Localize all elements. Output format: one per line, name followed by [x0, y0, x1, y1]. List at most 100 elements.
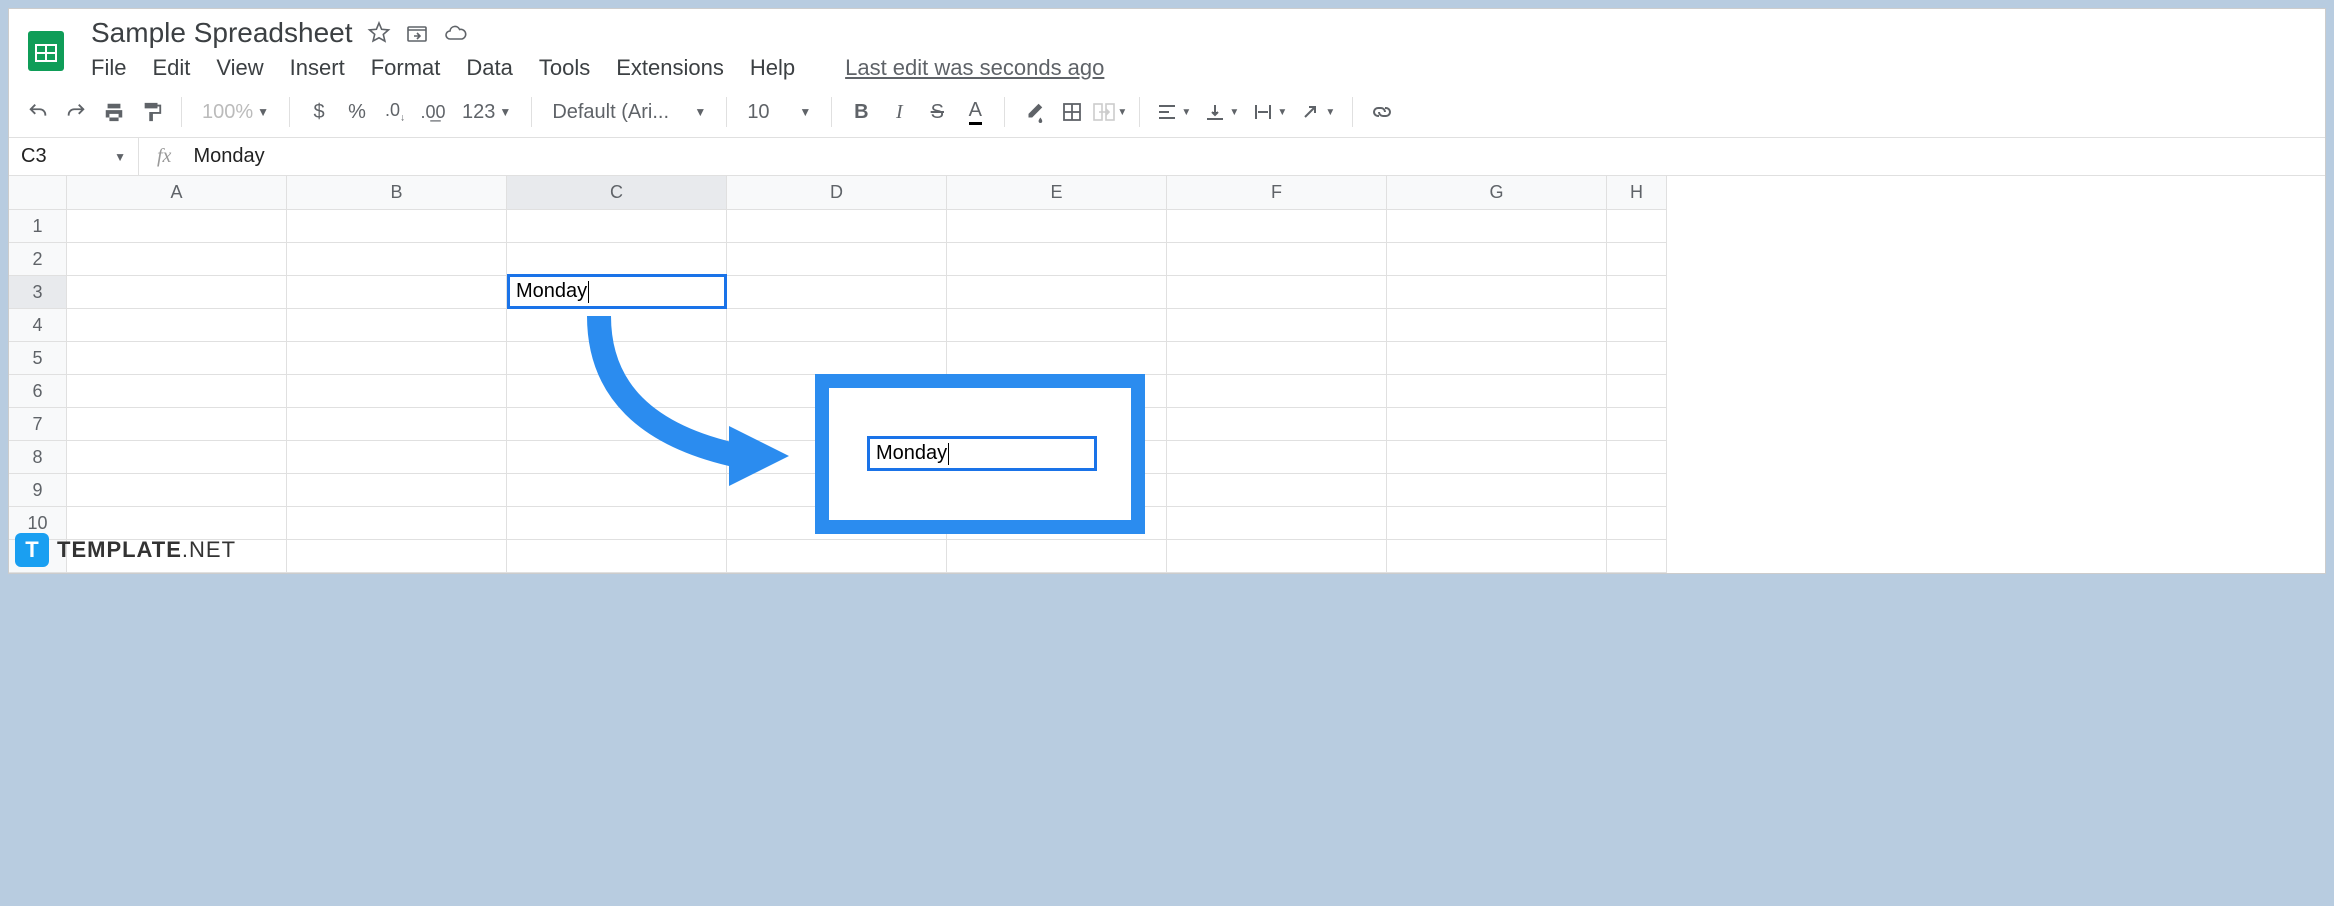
cell-b11[interactable] — [287, 540, 507, 573]
name-box[interactable]: C3▼ — [9, 138, 139, 175]
more-formats-dropdown[interactable]: 123▼ — [454, 101, 519, 124]
cell-a5[interactable] — [67, 342, 287, 375]
cell-d11[interactable] — [727, 540, 947, 573]
menu-help[interactable]: Help — [750, 55, 795, 81]
col-header-d[interactable]: D — [727, 176, 947, 210]
cell-g4[interactable] — [1387, 309, 1607, 342]
cell-b8[interactable] — [287, 441, 507, 474]
row-header-1[interactable]: 1 — [9, 210, 67, 243]
cell-g9[interactable] — [1387, 474, 1607, 507]
currency-button[interactable]: $ — [302, 95, 336, 129]
active-cell-c3[interactable]: Monday — [507, 274, 727, 309]
cell-b3[interactable] — [287, 276, 507, 309]
cell-c10[interactable] — [507, 507, 727, 540]
cell-h4[interactable] — [1607, 309, 1667, 342]
cell-h9[interactable] — [1607, 474, 1667, 507]
move-icon[interactable] — [405, 21, 429, 45]
row-header-4[interactable]: 4 — [9, 309, 67, 342]
row-header-7[interactable]: 7 — [9, 408, 67, 441]
paint-format-button[interactable] — [135, 95, 169, 129]
font-family-dropdown[interactable]: Default (Ari...▼ — [544, 101, 714, 124]
cell-h1[interactable] — [1607, 210, 1667, 243]
cell-h5[interactable] — [1607, 342, 1667, 375]
zoom-dropdown[interactable]: 100%▼ — [194, 101, 277, 124]
cell-g6[interactable] — [1387, 375, 1607, 408]
cell-g1[interactable] — [1387, 210, 1607, 243]
cell-a3[interactable] — [67, 276, 287, 309]
undo-button[interactable] — [21, 95, 55, 129]
horizontal-align-button[interactable]: ▼ — [1152, 95, 1196, 129]
menu-view[interactable]: View — [216, 55, 263, 81]
edit-status[interactable]: Last edit was seconds ago — [845, 55, 1104, 81]
select-all-corner[interactable] — [9, 176, 67, 210]
col-header-c[interactable]: C — [507, 176, 727, 210]
row-header-3[interactable]: 3 — [9, 276, 67, 309]
borders-button[interactable] — [1055, 95, 1089, 129]
cell-f10[interactable] — [1167, 507, 1387, 540]
cell-d5[interactable] — [727, 342, 947, 375]
cell-a6[interactable] — [67, 375, 287, 408]
decrease-decimal-button[interactable]: .0↓ — [378, 95, 412, 129]
strikethrough-button[interactable]: S — [920, 95, 954, 129]
cell-f11[interactable] — [1167, 540, 1387, 573]
vertical-align-button[interactable]: ▼ — [1200, 95, 1244, 129]
cell-e11[interactable] — [947, 540, 1167, 573]
italic-button[interactable]: I — [882, 95, 916, 129]
cell-f3[interactable] — [1167, 276, 1387, 309]
cell-h2[interactable] — [1607, 243, 1667, 276]
row-header-2[interactable]: 2 — [9, 243, 67, 276]
cell-b5[interactable] — [287, 342, 507, 375]
cell-e1[interactable] — [947, 210, 1167, 243]
cell-g2[interactable] — [1387, 243, 1607, 276]
text-rotation-button[interactable]: ▼ — [1296, 95, 1340, 129]
cell-a8[interactable] — [67, 441, 287, 474]
col-header-b[interactable]: B — [287, 176, 507, 210]
cell-b2[interactable] — [287, 243, 507, 276]
menu-edit[interactable]: Edit — [152, 55, 190, 81]
cell-b6[interactable] — [287, 375, 507, 408]
row-header-6[interactable]: 6 — [9, 375, 67, 408]
cell-c7[interactable] — [507, 408, 727, 441]
menu-tools[interactable]: Tools — [539, 55, 590, 81]
print-button[interactable] — [97, 95, 131, 129]
cell-c2[interactable] — [507, 243, 727, 276]
cell-e2[interactable] — [947, 243, 1167, 276]
menu-file[interactable]: File — [91, 55, 126, 81]
cell-h8[interactable] — [1607, 441, 1667, 474]
col-header-f[interactable]: F — [1167, 176, 1387, 210]
font-size-dropdown[interactable]: 10▼ — [739, 101, 819, 124]
menu-format[interactable]: Format — [371, 55, 441, 81]
cell-a9[interactable] — [67, 474, 287, 507]
cell-f9[interactable] — [1167, 474, 1387, 507]
cell-h10[interactable] — [1607, 507, 1667, 540]
row-header-5[interactable]: 5 — [9, 342, 67, 375]
cell-b1[interactable] — [287, 210, 507, 243]
star-icon[interactable] — [367, 21, 391, 45]
insert-link-button[interactable] — [1365, 95, 1399, 129]
col-header-e[interactable]: E — [947, 176, 1167, 210]
cell-f2[interactable] — [1167, 243, 1387, 276]
cell-d1[interactable] — [727, 210, 947, 243]
formula-input[interactable]: Monday — [189, 145, 264, 168]
cell-d3[interactable] — [727, 276, 947, 309]
cell-d4[interactable] — [727, 309, 947, 342]
cell-g7[interactable] — [1387, 408, 1607, 441]
cell-b10[interactable] — [287, 507, 507, 540]
merge-cells-button[interactable]: ▼ — [1093, 95, 1127, 129]
col-header-h[interactable]: H — [1607, 176, 1667, 210]
cell-g5[interactable] — [1387, 342, 1607, 375]
menu-extensions[interactable]: Extensions — [616, 55, 724, 81]
cell-c5[interactable] — [507, 342, 727, 375]
cell-b4[interactable] — [287, 309, 507, 342]
row-header-9[interactable]: 9 — [9, 474, 67, 507]
menu-insert[interactable]: Insert — [290, 55, 345, 81]
text-wrap-button[interactable]: ▼ — [1248, 95, 1292, 129]
col-header-g[interactable]: G — [1387, 176, 1607, 210]
sheets-logo[interactable] — [21, 26, 71, 76]
text-color-button[interactable]: A — [958, 95, 992, 129]
cell-f5[interactable] — [1167, 342, 1387, 375]
cell-d2[interactable] — [727, 243, 947, 276]
cell-e3[interactable] — [947, 276, 1167, 309]
cell-g8[interactable] — [1387, 441, 1607, 474]
cell-a7[interactable] — [67, 408, 287, 441]
